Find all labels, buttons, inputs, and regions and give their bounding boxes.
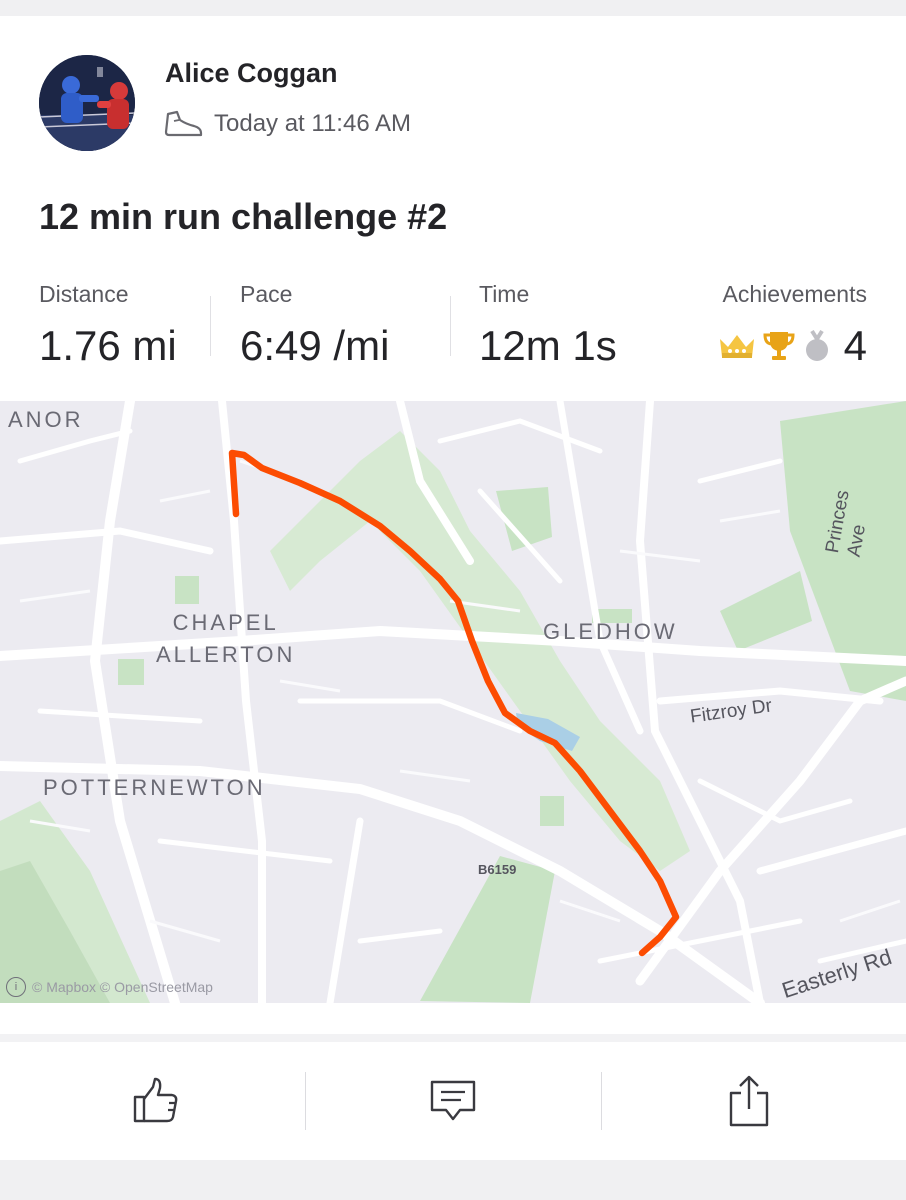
athlete-name[interactable]: Alice Coggan	[165, 58, 338, 89]
place-label-gledhow: GLEDHOW	[543, 619, 678, 644]
stat-time-label: Time	[479, 281, 530, 307]
activity-map[interactable]: ANOR CHAPEL ALLERTON GLEDHOW POTTERNEWTO…	[0, 401, 906, 1003]
silver-medal-icon	[805, 329, 828, 361]
map-attribution[interactable]: i © Mapbox © OpenStreetMap	[6, 977, 213, 997]
place-label-chapel-allerton: CHAPEL ALLERTON	[156, 610, 296, 667]
place-label-potternewton: POTTERNEWTON	[43, 775, 266, 800]
avatar[interactable]	[39, 55, 135, 151]
comment-icon	[430, 1080, 476, 1121]
activity-meta: Today at 11:46 AM	[164, 108, 411, 140]
attribution-text: © Mapbox © OpenStreetMap	[32, 979, 213, 995]
achievements-count: 4	[843, 322, 867, 369]
stat-distance-value: 1.76 mi	[39, 322, 177, 369]
achievements-row: 4	[718, 322, 867, 370]
place-label-anor: ANOR	[8, 407, 84, 432]
action-bar	[0, 1042, 906, 1160]
stat-pace-value: 6:49 /mi	[240, 322, 390, 369]
crown-icon	[719, 335, 754, 358]
activity-title[interactable]: 12 min run challenge #2	[39, 196, 447, 238]
info-icon[interactable]: i	[6, 977, 26, 997]
stat-divider	[450, 296, 451, 356]
avatar-photo	[39, 55, 135, 151]
running-shoe-icon	[164, 110, 203, 137]
stat-pace: Pace 6:49 /mi	[240, 280, 389, 370]
thumbs-up-icon	[133, 1077, 178, 1123]
share-button[interactable]	[598, 1042, 900, 1160]
stat-pace-label: Pace	[240, 281, 293, 307]
bottom-strip	[0, 1160, 906, 1200]
trophy-icon	[763, 332, 795, 360]
stat-divider	[210, 296, 211, 356]
kudos-button[interactable]	[4, 1042, 306, 1160]
activity-timestamp: Today at 11:46 AM	[214, 110, 412, 137]
stat-achievements[interactable]: Achievements 4	[718, 280, 867, 370]
comment-button[interactable]	[302, 1042, 604, 1160]
share-icon	[729, 1075, 769, 1127]
stat-achievements-label: Achievements	[722, 281, 867, 307]
stat-time: Time 12m 1s	[479, 280, 617, 370]
stat-time-value: 12m 1s	[479, 322, 617, 369]
stat-distance: Distance 1.76 mi	[39, 280, 177, 370]
road-label-b6159: B6159	[478, 862, 517, 877]
top-strip	[0, 0, 906, 16]
stat-distance-label: Distance	[39, 281, 129, 307]
